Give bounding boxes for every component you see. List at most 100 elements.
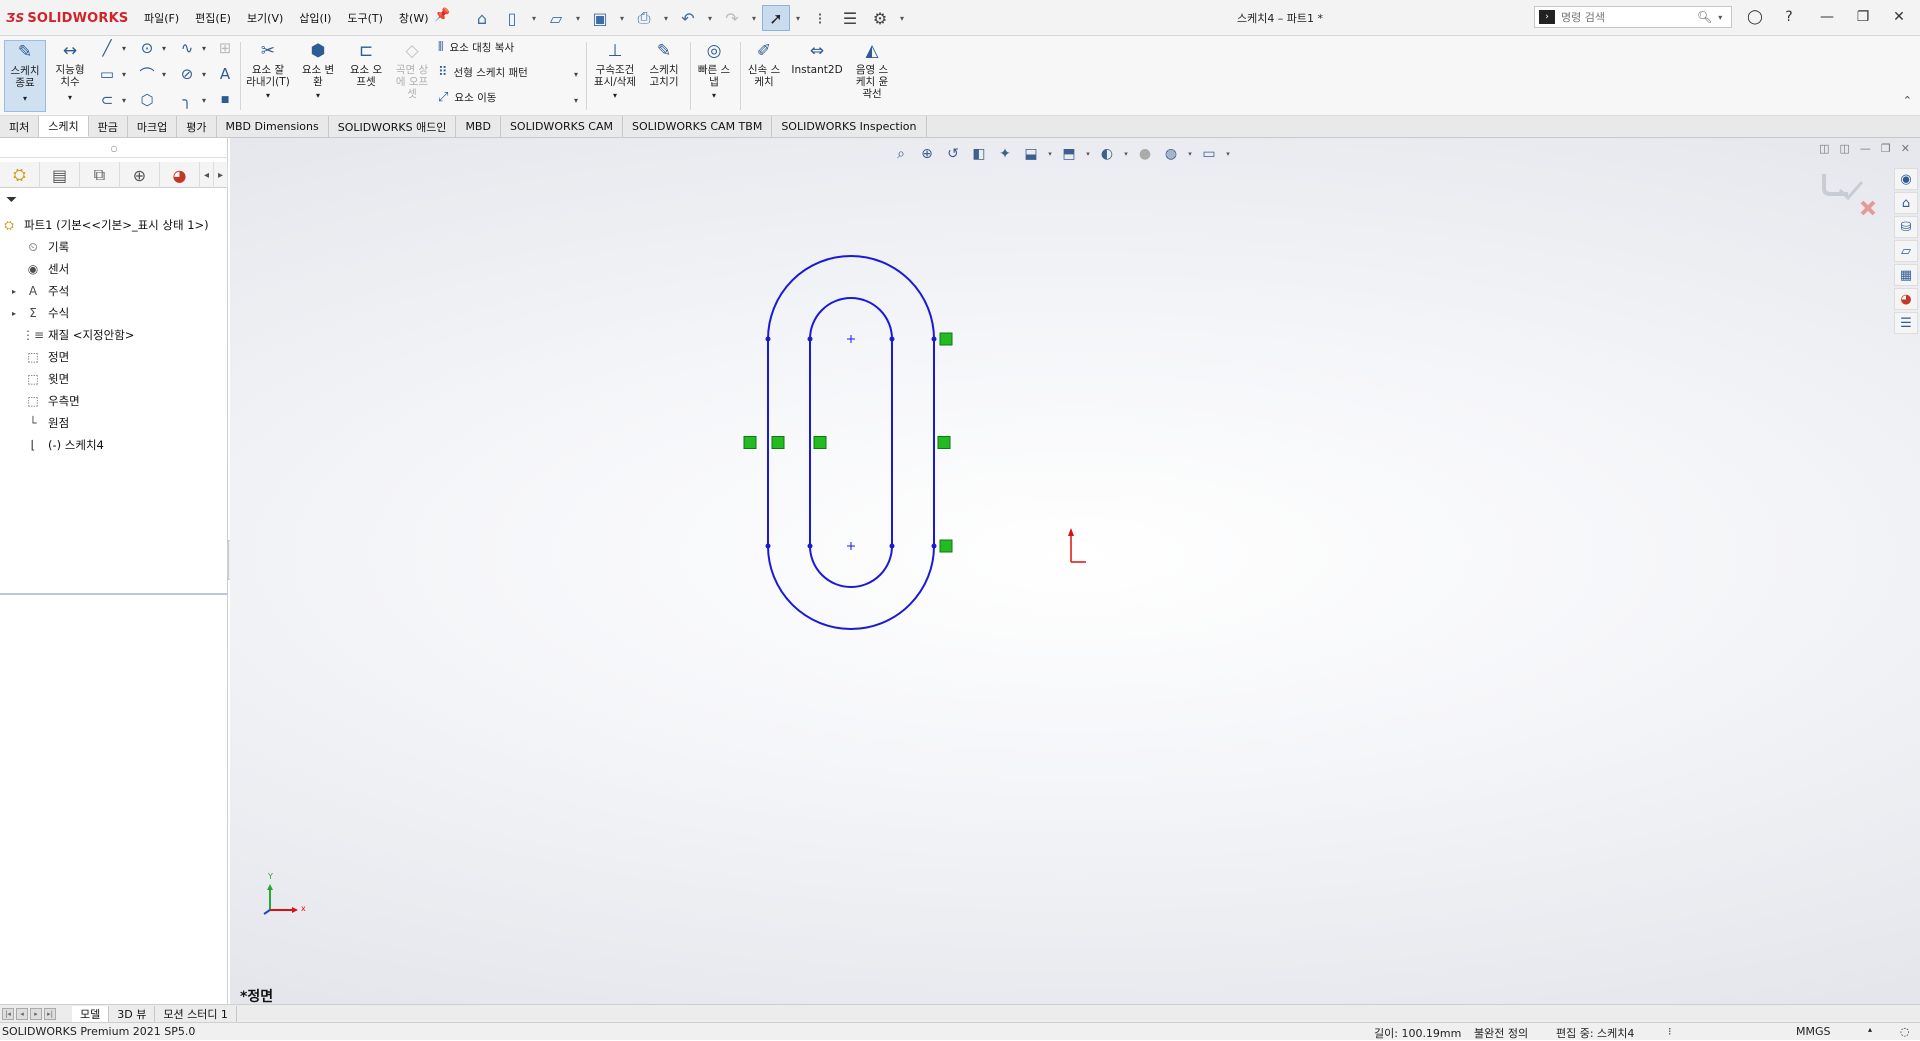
- command-search-box[interactable]: › 🔍︎ ▾: [1534, 6, 1732, 28]
- move-entities-button[interactable]: ⤢ 요소 이동: [438, 90, 496, 105]
- circle-icon[interactable]: ⊙: [136, 38, 158, 58]
- open-dropdown-icon[interactable]: ▾: [572, 5, 584, 31]
- new-dropdown-icon[interactable]: ▾: [528, 5, 540, 31]
- tree-item-origin[interactable]: └ 원점: [0, 412, 228, 434]
- tree-item-top-plane[interactable]: ⬚ 윗면: [0, 368, 228, 390]
- offset-on-surface-button[interactable]: ◇ 곡면 상 에 오프 셋: [392, 40, 432, 101]
- tree-item-history[interactable]: ⏲ 기록: [0, 236, 228, 258]
- display-delete-relations-button[interactable]: ⊥ 구속조건 표시/삭제 ▾: [590, 40, 640, 102]
- tree-item-sketch4[interactable]: ⌊ (-) 스케치4: [0, 434, 228, 456]
- vertical-relation-icon[interactable]: [771, 436, 785, 449]
- tree-item-annotations[interactable]: ▸ A 주석: [0, 280, 228, 302]
- rebuild-traffic-light-icon[interactable]: ⁝: [806, 5, 834, 31]
- panel-splitter-handle[interactable]: ○: [0, 144, 228, 158]
- line-icon[interactable]: ╱: [96, 38, 118, 58]
- solidworks-logo[interactable]: ƷS SOLIDWORKS: [6, 9, 128, 27]
- fillet-icon[interactable]: ╮: [176, 90, 198, 110]
- spline-icon[interactable]: ∿: [176, 38, 198, 58]
- tree-item-front-plane[interactable]: ⬚ 정면: [0, 346, 228, 368]
- arc-center-mark[interactable]: [847, 542, 855, 550]
- inner-bottom-arc[interactable]: [809, 545, 893, 588]
- next-tab-icon[interactable]: ▸: [30, 1007, 42, 1020]
- tree-item-right-plane[interactable]: ⬚ 우측면: [0, 390, 228, 412]
- select-pointer-icon[interactable]: ➚: [762, 5, 790, 31]
- tab-model[interactable]: 모델: [72, 1005, 110, 1022]
- unit-dropdown-icon[interactable]: ▴: [1868, 1025, 1872, 1034]
- vertical-relation-icon[interactable]: [743, 436, 757, 449]
- tab-mbd[interactable]: MBD: [456, 116, 501, 137]
- ellipse-icon[interactable]: ⊘: [176, 64, 198, 84]
- tab-markup[interactable]: 마크업: [128, 116, 178, 137]
- tabs-scroll-left-icon[interactable]: ◂: [200, 162, 214, 188]
- tab-3d-views[interactable]: 3D 뷰: [109, 1005, 156, 1022]
- first-tab-icon[interactable]: |◂: [2, 1007, 14, 1020]
- tangent-relation-icon[interactable]: [939, 539, 953, 553]
- smart-dimension-button[interactable]: ↔ 지능형 치수 ▾: [50, 40, 90, 104]
- open-folder-icon[interactable]: ▱: [542, 5, 570, 31]
- redo-icon[interactable]: ↷: [718, 5, 746, 31]
- sketch-endpoint[interactable]: [765, 543, 771, 549]
- shaded-sketch-contours-button[interactable]: ◭ 음영 스 케치 윤 곽선: [850, 40, 894, 101]
- vertical-relation-icon[interactable]: [813, 436, 827, 449]
- sketch-endpoint[interactable]: [765, 336, 771, 342]
- tree-item-equations[interactable]: ▸ Σ 수식: [0, 302, 228, 324]
- tab-mbd-dimensions[interactable]: MBD Dimensions: [217, 116, 329, 137]
- exit-sketch-dropdown-icon[interactable]: ▾: [23, 93, 27, 105]
- tabs-scroll-right-icon[interactable]: ▸: [214, 162, 228, 188]
- undo-icon[interactable]: ↶: [674, 5, 702, 31]
- help-icon[interactable]: ?: [1776, 6, 1802, 28]
- minimize-icon[interactable]: —: [1814, 6, 1840, 28]
- quick-snaps-button[interactable]: ◎ 빠른 스 냅 ▾: [694, 40, 734, 102]
- polygon-icon[interactable]: ⬡: [136, 90, 158, 110]
- expand-arrow-icon[interactable]: ▸: [4, 287, 24, 296]
- text-icon[interactable]: A: [214, 64, 236, 84]
- grid-icon[interactable]: ⊞: [214, 38, 236, 58]
- sketch-endpoint[interactable]: [807, 543, 813, 549]
- move-dropdown-icon[interactable]: ▾: [574, 96, 578, 105]
- linear-pattern-button[interactable]: ⠿ 선형 스케치 패턴: [438, 65, 528, 80]
- smart-dimension-dropdown-icon[interactable]: ▾: [68, 92, 72, 104]
- sketch-endpoint[interactable]: [889, 336, 895, 342]
- menu-view[interactable]: 보기(V): [239, 10, 291, 26]
- mirror-entities-button[interactable]: ⫴ 요소 대칭 복사: [438, 40, 514, 55]
- save-icon[interactable]: ▣: [586, 5, 614, 31]
- redo-dropdown-icon[interactable]: ▾: [748, 5, 760, 31]
- display-manager-tab-icon[interactable]: ◕: [160, 162, 200, 188]
- command-search-input[interactable]: [1561, 10, 1691, 24]
- exit-sketch-button[interactable]: ✎ 스케치 종료 ▾: [4, 40, 46, 112]
- restore-icon[interactable]: ❐: [1850, 6, 1876, 28]
- arc-center-mark[interactable]: [847, 335, 855, 343]
- search-dropdown-icon[interactable]: ▾: [1718, 13, 1722, 22]
- filter-icon[interactable]: ⏷: [6, 192, 17, 208]
- print-dropdown-icon[interactable]: ▾: [660, 5, 672, 31]
- slot-dropdown-icon[interactable]: ▾: [122, 96, 126, 105]
- user-account-icon[interactable]: ◯: [1742, 6, 1768, 28]
- vertical-relation-icon[interactable]: [937, 436, 951, 449]
- save-dropdown-icon[interactable]: ▾: [616, 5, 628, 31]
- undo-dropdown-icon[interactable]: ▾: [704, 5, 716, 31]
- prev-tab-icon[interactable]: ◂: [16, 1007, 28, 1020]
- circle-dropdown-icon[interactable]: ▾: [162, 44, 166, 53]
- arc-icon[interactable]: ⌒: [136, 64, 158, 84]
- point-icon[interactable]: ■: [214, 90, 236, 110]
- tab-inspection[interactable]: SOLIDWORKS Inspection: [772, 116, 927, 137]
- convert-dropdown-icon[interactable]: ▾: [316, 90, 320, 102]
- ellipse-dropdown-icon[interactable]: ▾: [202, 70, 206, 79]
- tab-addins[interactable]: SOLIDWORKS 애드인: [329, 116, 457, 137]
- fillet-dropdown-icon[interactable]: ▾: [202, 96, 206, 105]
- linear-pattern-dropdown-icon[interactable]: ▾: [574, 70, 578, 79]
- trim-entities-button[interactable]: ✂ 요소 잘 라내기(T) ▾: [246, 40, 290, 102]
- unit-system[interactable]: MMGS: [1796, 1025, 1831, 1038]
- pin-icon[interactable]: 📌: [434, 8, 450, 23]
- property-manager-tab-icon[interactable]: ▤: [40, 162, 80, 188]
- sketch-endpoint[interactable]: [889, 543, 895, 549]
- options-dropdown-icon[interactable]: ▾: [896, 5, 908, 31]
- expand-arrow-icon[interactable]: ▸: [4, 309, 24, 318]
- sketch-endpoint[interactable]: [807, 336, 813, 342]
- trim-dropdown-icon[interactable]: ▾: [266, 90, 270, 102]
- instant2d-button[interactable]: ⇔ Instant2D: [790, 40, 844, 77]
- rebuild-status-icon[interactable]: ⁝: [1668, 1025, 1672, 1038]
- close-icon[interactable]: ✕: [1886, 6, 1912, 28]
- dimxpert-manager-tab-icon[interactable]: ⊕: [120, 162, 160, 188]
- new-document-icon[interactable]: ▯: [498, 5, 526, 31]
